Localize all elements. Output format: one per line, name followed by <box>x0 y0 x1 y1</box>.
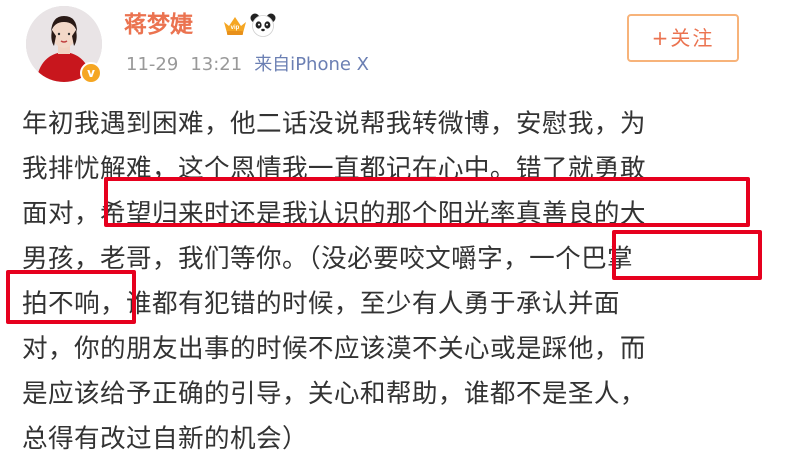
weibo-post: v 蒋梦婕 vip 11-29 13:21 来自iPhone X +关注 年初我遇到… <box>0 0 804 454</box>
post-line-2: 我排忧解难，这个恩情我一直都记在心中。错了就勇敢 <box>22 154 646 184</box>
post-time[interactable]: 13:21 <box>190 54 242 75</box>
vip-label: vip <box>231 25 240 31</box>
panda-icon <box>250 13 276 37</box>
post-meta: 11-29 13:21 来自iPhone X <box>126 52 369 78</box>
verified-badge-icon: v <box>80 62 102 84</box>
post-line-3: 面对，希望归来时还是我认识的那个阳光率真善良的大 <box>22 199 646 229</box>
post-source[interactable]: 来自iPhone X <box>254 54 369 75</box>
post-line-8: 总得有改过自新的机会） <box>22 424 308 454</box>
username[interactable]: 蒋梦婕 <box>124 10 193 40</box>
post-line-6: 对，你的朋友出事的时候不应该漠不关心或是踩他，而 <box>22 334 646 364</box>
post-line-7: 是应该给予正确的引导，关心和帮助，谁都不是圣人， <box>22 379 646 409</box>
post-body: 年初我遇到困难，他二话没说帮我转微博，安慰我，为 我排忧解难，这个恩情我一直都记… <box>22 102 792 454</box>
post-line-1: 年初我遇到困难，他二话没说帮我转微博，安慰我，为 <box>22 109 646 139</box>
post-date[interactable]: 11-29 <box>126 54 178 75</box>
post-line-5: 拍不响，谁都有犯错的时候，至少有人勇于承认并面 <box>22 289 620 319</box>
crown-vip-icon[interactable]: vip <box>222 14 248 36</box>
follow-button[interactable]: +关注 <box>627 14 739 62</box>
post-line-4: 男孩，老哥，我们等你。（没必要咬文嚼字，一个巴掌 <box>22 244 634 274</box>
